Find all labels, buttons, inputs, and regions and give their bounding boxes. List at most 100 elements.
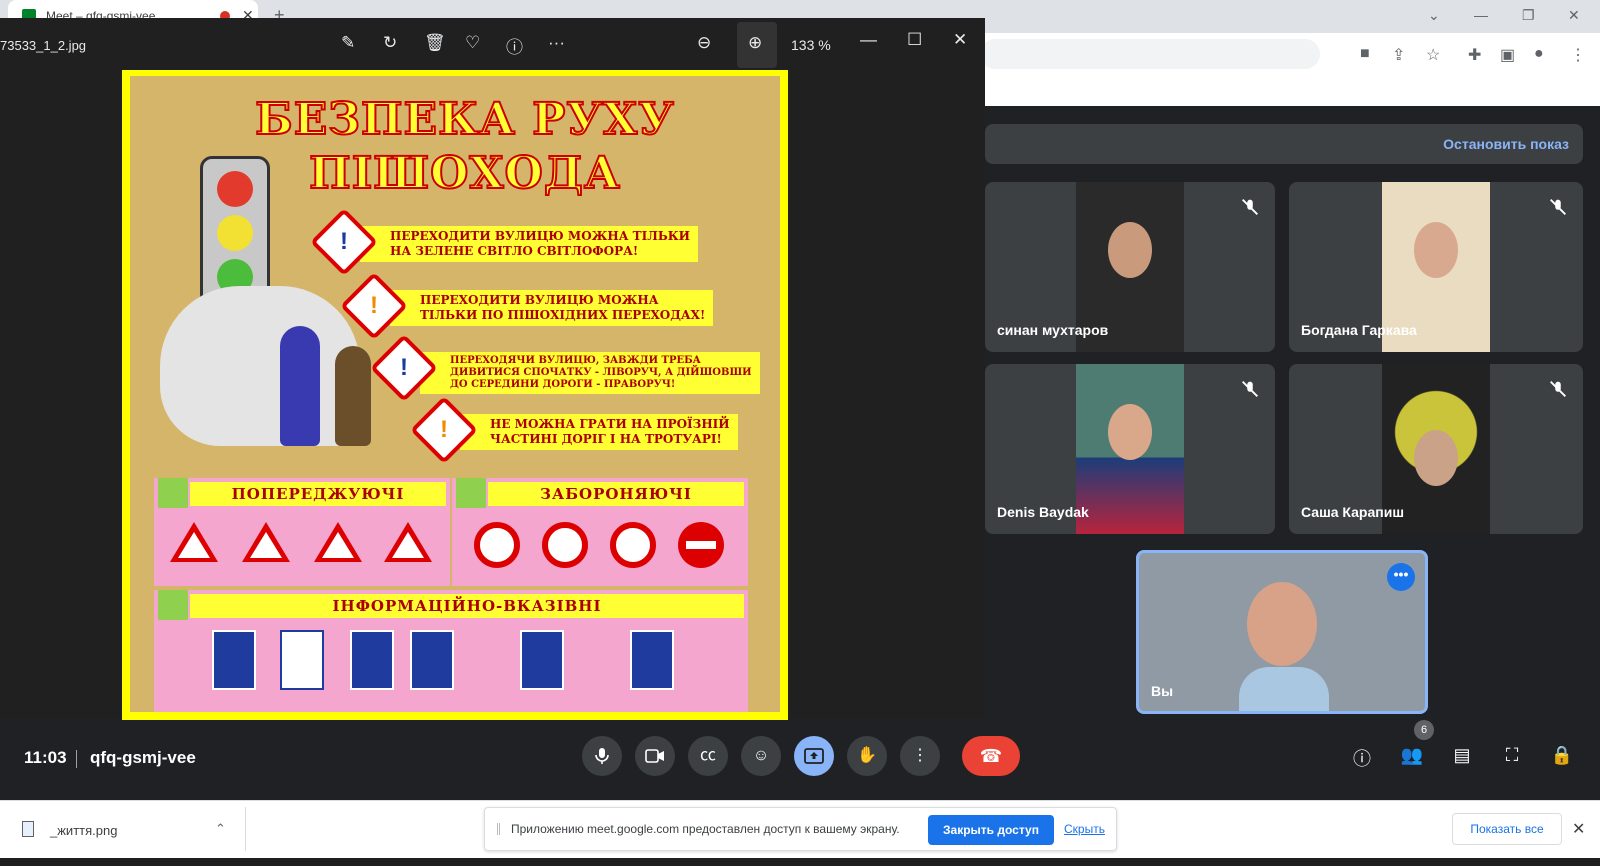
download-shelf: _життя.png ⌃ Приложению meet.google.com … [0, 800, 1600, 858]
mic-off-icon [1550, 199, 1566, 215]
participant-name: Denis Baydak [997, 504, 1089, 520]
chevron-up-icon[interactable]: ⌃ [215, 821, 226, 837]
host-controls-lock-icon[interactable]: 🔒 [1550, 745, 1574, 766]
rule-text: НЕ МОЖНА ГРАТИ НА ПРОЇЗНІЙ ЧАСТИНІ ДОРІГ… [460, 414, 738, 450]
prohibiting-signs-heading: ЗАБОРОНЯЮЧІ [488, 482, 744, 506]
warning-children-sign-icon [314, 522, 362, 562]
meeting-time: 11:03 [24, 748, 67, 767]
self-shirt [1239, 667, 1329, 711]
zoom-in-button[interactable]: ⊕ [737, 22, 777, 68]
viewer-minimize-icon[interactable]: — [860, 30, 877, 50]
delete-icon[interactable]: 🗑 [424, 33, 446, 53]
minimize-icon[interactable]: — [1474, 7, 1488, 23]
chat-icon[interactable]: ▤ [1450, 745, 1474, 766]
bus-stop-sign-icon [410, 630, 454, 690]
participant-tile[interactable]: Саша Карапиш [1289, 364, 1583, 534]
traffic-light-illustration [200, 156, 270, 306]
self-view-tile[interactable]: ••• Вы [1136, 550, 1428, 714]
close-shelf-icon[interactable]: ✕ [1572, 819, 1585, 839]
raise-hand-button[interactable]: ✋ [847, 736, 887, 776]
camera-button[interactable] [635, 736, 675, 776]
close-window-icon[interactable]: ✕ [1568, 7, 1580, 24]
microphone-button[interactable] [582, 736, 622, 776]
rule-1: ПЕРЕХОДИТИ ВУЛИЦЮ МОЖНА ТІЛЬКИ НА ЗЕЛЕНЕ… [310, 208, 760, 276]
no-pedestrians-sign-icon [610, 522, 656, 568]
rule-line: ДО СЕРЕДИНИ ДОРОГИ - ПРАВОРУЧ! [450, 379, 676, 390]
self-more-options-button[interactable]: ••• [1387, 563, 1415, 591]
zoom-level: 133 % [791, 37, 831, 53]
extensions-puzzle-icon[interactable]: ✚ [1468, 45, 1481, 65]
mic-off-icon [1242, 199, 1258, 215]
mic-off-icon [1550, 381, 1566, 397]
drag-handle-icon[interactable] [497, 823, 500, 835]
zoom-out-icon[interactable]: ⊖ [697, 33, 711, 53]
profile-avatar-icon[interactable]: ● [1534, 45, 1544, 63]
warning-crosswalk-sign-icon [242, 522, 290, 562]
stop-sharing-button[interactable]: Закрыть доступ [928, 815, 1054, 845]
more-vertical-icon: ⋮ [912, 747, 928, 764]
participant-tile[interactable]: синан мухтаров [985, 182, 1275, 352]
camera-icon[interactable]: ■ [1360, 45, 1370, 63]
emoji-icon: ☺ [752, 747, 770, 764]
restore-icon[interactable]: ❐ [1522, 7, 1535, 24]
poster-image: БЕЗПЕКА РУХУ ПІШОХОДА ПЕРЕХОДИТИ ВУЛИЦЮ … [122, 70, 788, 720]
mic-off-icon [1242, 381, 1258, 397]
participant-face [1108, 404, 1152, 460]
participant-tile[interactable]: Denis Baydak [985, 364, 1275, 534]
participant-video [1076, 364, 1184, 534]
viewer-close-icon[interactable]: ✕ [953, 30, 967, 50]
downloaded-file[interactable]: _життя.png [50, 823, 117, 838]
exclamation-sign-icon: ! [410, 396, 478, 464]
trolleybus-stop-sign-icon [520, 630, 564, 690]
girl-figure [280, 326, 320, 446]
participant-face [1414, 222, 1458, 278]
favorite-heart-icon[interactable]: ♡ [465, 33, 480, 53]
meeting-code: qfq-gsmj-vee [90, 748, 196, 767]
more-options-button[interactable]: ⋮ [900, 736, 940, 776]
rule-line: ТІЛЬКИ ПО ПІШОХІДНИХ ПЕРЕХОДАХ! [420, 308, 706, 322]
activities-icon[interactable]: ⛶ [1500, 745, 1524, 766]
show-all-downloads-button[interactable]: Показать все [1452, 813, 1562, 845]
more-options-icon[interactable]: ··· [548, 33, 565, 53]
stop-presenting-button[interactable]: Остановить показ [1443, 136, 1569, 152]
illustration-cloud [160, 286, 360, 446]
present-screen-button[interactable] [794, 736, 834, 776]
separator [76, 750, 77, 768]
meeting-details-icon[interactable]: ⓘ [1350, 745, 1374, 771]
people-icon[interactable]: 👥 [1400, 745, 1424, 766]
warning-signs-heading: ПОПЕРЕДЖУЮЧІ [190, 482, 446, 506]
rule-text: ПЕРЕХОДИТИ ВУЛИЦЮ МОЖНА ТІЛЬКИ ПО ПІШОХІ… [390, 290, 714, 326]
side-panel-icon[interactable]: ▣ [1500, 45, 1515, 65]
captions-icon: ㏄ [699, 747, 716, 764]
photo-viewer-toolbar: 73533_1_2.jpg ✎ ↻ 🗑 ♡ ⓘ ··· ⊖ ⊕ 133 % — … [0, 18, 985, 72]
poster-title-line2: ПІШОХОДА [308, 147, 621, 200]
rule-line: ПЕРЕХОДЯЧИ ВУЛИЦЮ, ЗАВЖДИ ТРЕБА [450, 355, 701, 366]
captions-button[interactable]: ㏄ [688, 736, 728, 776]
reactions-button[interactable]: ☺ [741, 736, 781, 776]
mic-icon [595, 748, 609, 764]
presenting-bar: Остановить показ [985, 124, 1583, 164]
no-entry-sign-icon [678, 522, 724, 568]
hang-up-phone-icon: ☎ [979, 746, 1003, 766]
poster-title-line1: БЕЗПЕКА РУХУ [254, 93, 675, 146]
tab-search-chevron-icon[interactable]: ⌄ [1428, 7, 1440, 24]
info-icon[interactable]: ⓘ [506, 33, 523, 58]
os-taskbar [0, 858, 1600, 866]
no-bicycles-sign-icon [542, 522, 588, 568]
viewer-maximize-icon[interactable]: ☐ [907, 30, 922, 50]
participant-name: синан мухтаров [997, 322, 1109, 338]
bookmark-star-icon[interactable]: ☆ [1426, 45, 1440, 65]
participant-tile[interactable]: Богдана Гаркава [1289, 182, 1583, 352]
share-icon[interactable]: ⇪ [1392, 45, 1405, 65]
information-signs-section: ІНФОРМАЦІЙНО-ВКАЗІВНІ [154, 590, 748, 712]
exclamation-sign-icon: ! [340, 272, 408, 340]
participant-count-badge: 6 [1414, 720, 1434, 740]
edit-image-icon[interactable]: ✎ [341, 33, 355, 53]
leave-call-button[interactable]: ☎ [962, 736, 1020, 776]
self-name: Вы [1151, 683, 1174, 699]
participant-name: Богдана Гаркава [1301, 322, 1417, 338]
hide-link[interactable]: Скрыть [1064, 822, 1105, 836]
browser-menu-icon[interactable]: ⋮ [1570, 45, 1586, 65]
address-bar[interactable] [980, 39, 1320, 69]
rotate-icon[interactable]: ↻ [383, 33, 397, 53]
